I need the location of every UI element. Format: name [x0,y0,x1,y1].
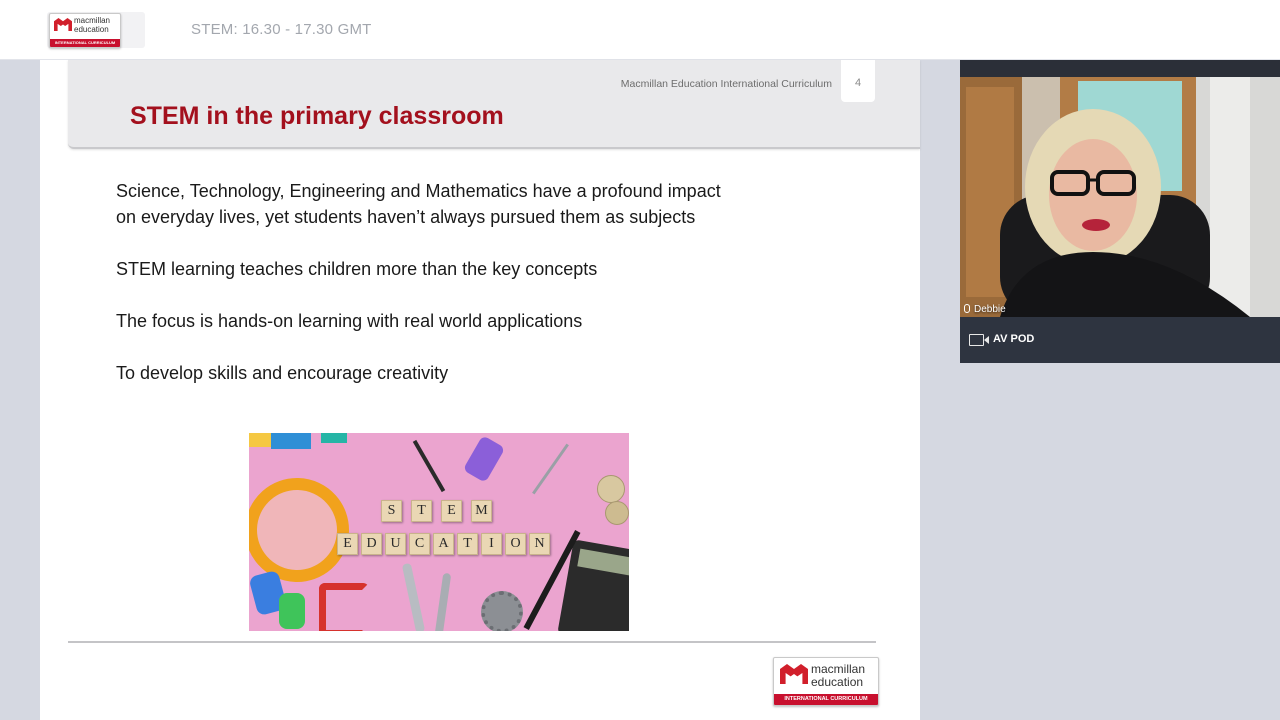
bullet-item: STEM learning teaches children more than… [116,259,598,279]
letter-tile: T [411,500,432,522]
av-pod-bar[interactable]: AV POD [960,317,1280,363]
logo-text-line1: macmillan [811,662,866,676]
letter-tile: E [441,500,462,522]
webcam-video[interactable]: Debbie [960,60,1280,317]
compass-shape [532,443,569,495]
wrench-shape [401,562,426,631]
top-bar: macmillan education INTERNATIONAL CURRIC… [0,0,1280,60]
number-magnet-shape [279,593,305,629]
clamp-shape [319,583,369,631]
stem-education-photo: S T E M E D U C A T I O N [249,433,629,631]
webcam-frame [960,77,1280,317]
slide-bullet-list: Science, Technology, Engineering and Mat… [116,178,836,412]
logo-text-line2: education [811,675,864,689]
blue-block-shape [271,433,311,449]
logo-text-line1: macmillan [74,16,111,25]
letter-tile: A [433,533,454,555]
letter-tile: T [457,533,478,555]
letter-tile: I [481,533,502,555]
video-top-strip [960,60,1280,77]
camera-icon[interactable] [969,334,989,346]
slide-page-number: 4 [841,60,875,102]
slide-title: STEM in the primary classroom [130,102,504,130]
header-logo: macmillan education INTERNATIONAL CURRIC… [49,13,121,48]
av-pod-label: AV POD [993,333,1035,345]
gear-shape [481,591,523,631]
logo-band-text: INTERNATIONAL CURRICULUM [774,694,878,705]
bullet-item: The focus is hands-on learning with real… [116,311,583,331]
presentation-slide: Macmillan Education International Curric… [40,60,920,720]
slide-footer-divider [68,641,876,643]
mic-icon [964,304,970,313]
letter-tile: C [409,533,430,555]
wrench-shape [434,572,452,631]
bullet-item: Science, Technology, Engineering and Mat… [116,181,721,227]
logo-mark-icon [780,664,808,684]
glue-bottle-shape [462,435,506,483]
letter-tile: N [529,533,550,555]
slide-header: Macmillan Education International Curric… [68,60,920,149]
letter-tile: M [471,500,492,522]
letter-tile: E [337,533,358,555]
letter-tile: U [385,533,406,555]
speaker-label: Debbie [964,304,1006,315]
coin-shape [605,501,629,525]
letter-tile: O [505,533,526,555]
coin-shape [597,475,625,503]
slide-footer-logo: macmillan education INTERNATIONAL CURRIC… [773,657,879,706]
logo-mark-icon [54,18,72,31]
session-title: STEM: 16.30 - 17.30 GMT [191,21,372,38]
letter-tile: S [381,500,402,522]
yellow-block-shape [249,433,271,447]
logo-band-text: INTERNATIONAL CURRICULUM [50,39,120,47]
letter-tile: D [361,533,382,555]
brush-shape [412,439,446,493]
teal-block-shape [321,433,347,443]
slide-brand-text: Macmillan Education International Curric… [620,78,832,90]
bullet-item: To develop skills and encourage creativi… [116,363,449,383]
logo-text-line2: education [74,25,109,34]
